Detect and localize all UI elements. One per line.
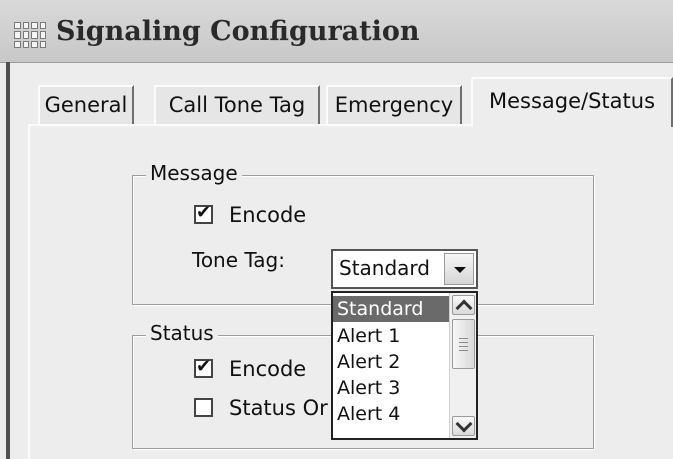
checkbox-label: Status Or [229,396,328,420]
options-scrollbar[interactable] [449,293,476,438]
tone-tag-label: Tone Tag: [192,248,285,272]
option-standard[interactable]: Standard [333,296,451,322]
tab-label: Message/Status [488,89,656,113]
checkbox-box[interactable]: ✔ [194,356,213,378]
status-only-checkbox[interactable]: Status Or [194,396,328,420]
scroll-thumb[interactable] [452,319,475,369]
message-encode-checkbox[interactable]: ✔ Encode [194,202,307,227]
message-group-title: Message [146,161,242,185]
title-bar[interactable]: Signaling Configuration [0,0,673,63]
tone-tag-dropdown[interactable]: Standard [331,249,478,289]
dropdown-button[interactable] [444,253,474,285]
chevron-down-icon [455,415,473,433]
chevron-down-icon [454,267,466,273]
status-group-title: Status [146,321,218,345]
tab-label: Emergency [334,93,454,117]
checkbox-label: Encode [229,203,307,227]
tab-label: Call Tone Tag [168,93,306,117]
checkbox-box[interactable] [194,398,213,417]
option-alert-3[interactable]: Alert 3 [333,375,451,401]
tab-label: General [44,93,128,117]
window-title: Signaling Configuration [56,16,420,47]
tab-call-tone-tag[interactable]: Call Tone Tag [154,85,320,125]
tab-message-status[interactable]: Message/Status [471,77,673,127]
grid-app-icon [14,22,46,48]
checkmark-icon: ✔ [196,202,212,223]
chevron-up-icon [455,299,473,317]
tone-tag-options-list: Standard Alert 1 Alert 2 Alert 3 Alert 4 [331,291,478,440]
option-alert-1[interactable]: Alert 1 [333,323,451,349]
checkbox-box[interactable]: ✔ [194,202,213,224]
option-alert-4[interactable]: Alert 4 [333,401,451,427]
scroll-down-button[interactable] [452,415,475,436]
tab-general[interactable]: General [38,85,134,125]
status-encode-checkbox[interactable]: ✔ Encode [194,356,307,381]
checkmark-icon: ✔ [196,356,212,377]
scroll-up-button[interactable] [452,295,475,317]
signaling-configuration-window: Signaling Configuration General Call Ton… [0,0,673,459]
tone-tag-selected-value: Standard [339,256,430,280]
tab-emergency[interactable]: Emergency [326,85,462,125]
option-alert-2[interactable]: Alert 2 [333,349,451,375]
checkbox-label: Encode [229,357,307,381]
